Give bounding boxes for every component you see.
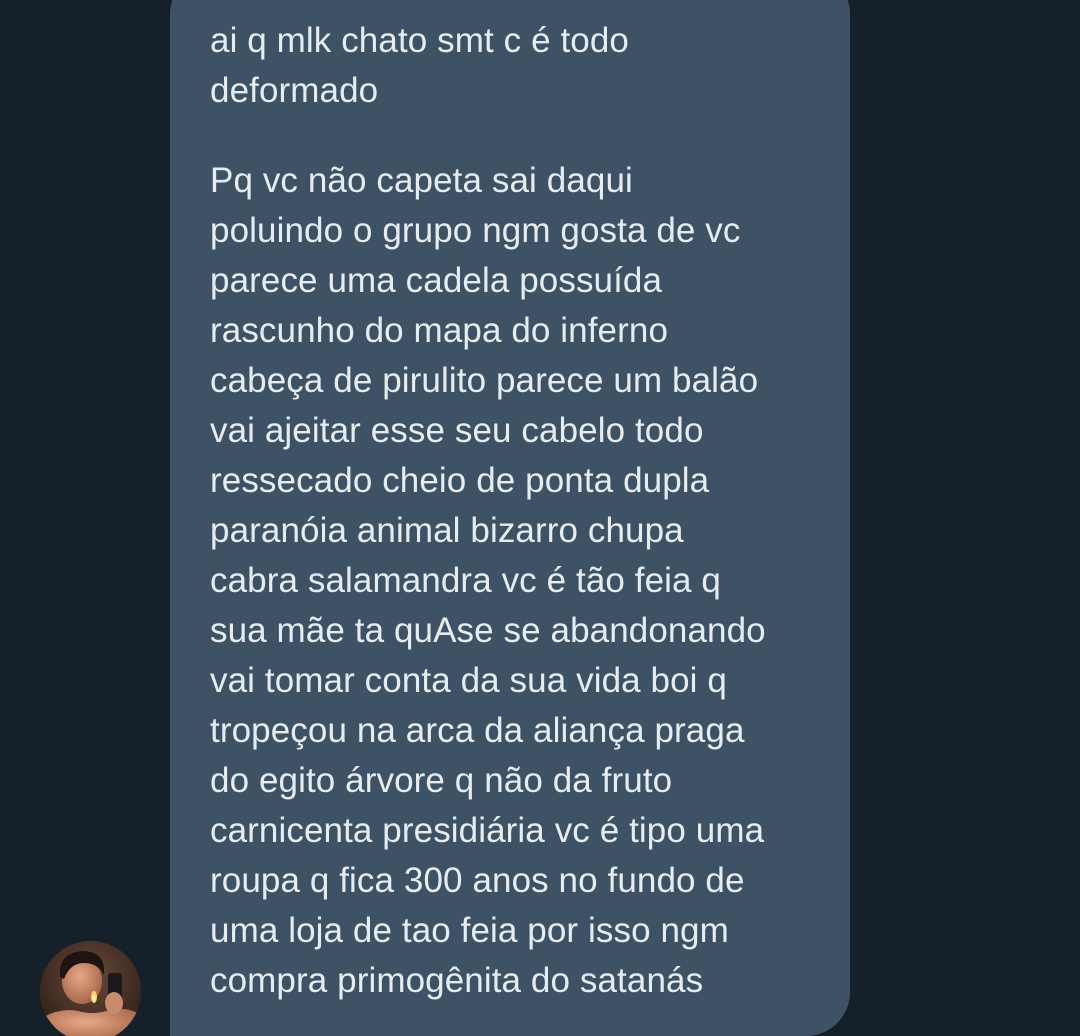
sender-avatar[interactable] — [40, 941, 141, 1036]
message-line: carnicenta presidiária vc é tipo uma — [210, 811, 765, 850]
message-line: cabeça de pirulito parece um balão — [210, 361, 759, 400]
message-line: vai tomar conta da sua vida boi q — [210, 661, 727, 700]
message-line: poluindo o grupo ngm gosta de vc — [210, 211, 741, 250]
message-line: ai q mlk chato smt c é todo — [210, 21, 629, 60]
message-line: tropeçou na arca da aliança praga — [210, 711, 745, 750]
received-message-bubble[interactable]: ai q mlk chato smt c é todo deformado Pq… — [170, 0, 850, 1036]
message-line: compra primogênita do satanás — [210, 961, 704, 1000]
message-line: uma loja de tao feia por isso ngm — [210, 911, 729, 950]
message-line: cabra salamandra vc é tão feia q — [210, 561, 721, 600]
message-line: roupa q fica 300 anos no fundo de — [210, 861, 745, 900]
message-line: paranóia animal bizarro chupa — [210, 511, 684, 550]
message-line: parece uma cadela possuída — [210, 261, 663, 300]
dm-conversation: ai q mlk chato smt c é todo deformado Pq… — [0, 0, 1080, 1036]
message-line: vai ajeitar esse seu cabelo todo — [210, 411, 704, 450]
message-line: deformado — [210, 71, 379, 110]
message-line: do egito árvore q não da fruto — [210, 761, 673, 800]
message-line: Pq vc não capeta sai daqui — [210, 161, 633, 200]
message-line: rascunho do mapa do inferno — [210, 311, 669, 350]
message-line: ressecado cheio de ponta dupla — [210, 461, 710, 500]
avatar-photo-icon — [40, 941, 141, 1036]
message-line: sua mãe ta quAse se abandonando — [210, 611, 766, 650]
